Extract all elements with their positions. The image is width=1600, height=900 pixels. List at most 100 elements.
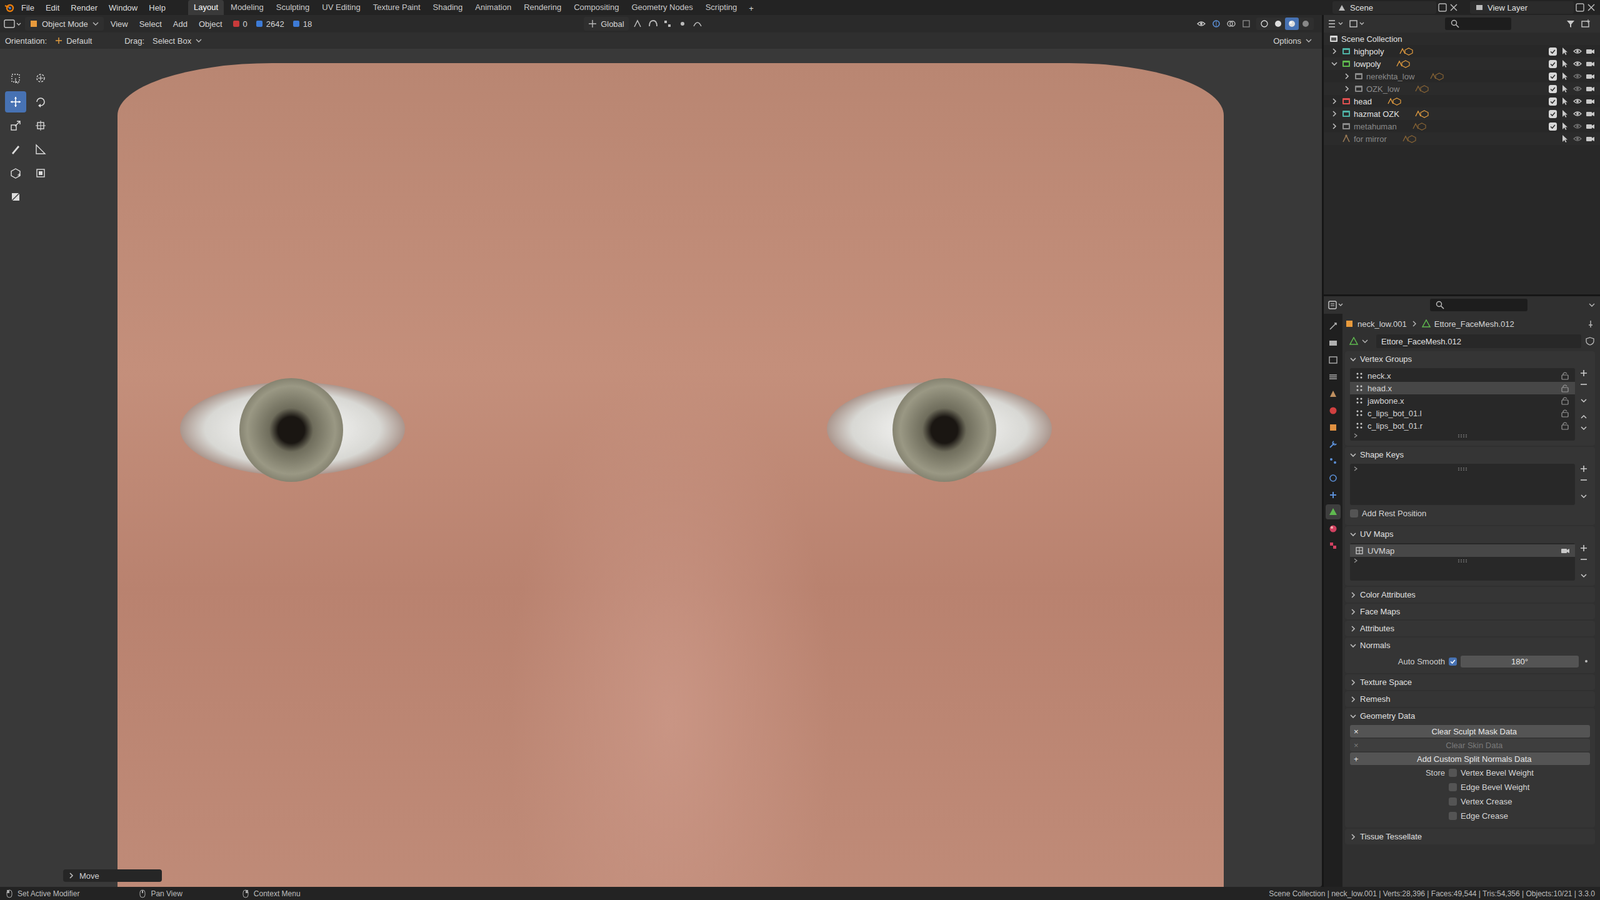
new-scene-icon[interactable] <box>1437 2 1448 13</box>
menu-item[interactable]: Render <box>65 1 103 15</box>
list-row[interactable]: head.x <box>1350 381 1575 395</box>
pin-icon[interactable] <box>1586 319 1595 329</box>
add-icon[interactable] <box>1578 543 1589 554</box>
collapsed-chevron-icon[interactable] <box>1330 121 1339 131</box>
breadcrumb-item[interactable]: Ettore_FaceMesh.012 <box>1434 319 1515 329</box>
panel-header[interactable]: Texture Space <box>1345 674 1595 690</box>
workspace-tab[interactable]: Rendering <box>518 0 567 15</box>
overlay-icon[interactable] <box>1226 18 1238 29</box>
properties-tab[interactable] <box>1325 335 1341 351</box>
collapsed-chevron-icon[interactable] <box>1330 109 1339 119</box>
panel-header[interactable]: Tissue Tessellate <box>1345 828 1595 845</box>
transform-orientation-dropdown[interactable]: Global <box>583 16 629 31</box>
workspace-tab[interactable]: Scripting <box>700 0 744 15</box>
exclude-checkbox[interactable] <box>1547 96 1558 107</box>
properties-tab[interactable] <box>1325 318 1341 334</box>
render-toggle[interactable] <box>1585 96 1595 107</box>
last-operator-panel[interactable]: Move <box>63 869 162 882</box>
outliner-row[interactable]: head <box>1323 95 1600 108</box>
checkbox[interactable] <box>1548 122 1557 131</box>
remove-icon[interactable] <box>1578 475 1589 485</box>
visibility-toggle[interactable] <box>1572 121 1583 132</box>
selectable-toggle[interactable] <box>1560 71 1570 82</box>
filter-options-icon[interactable] <box>1352 557 1359 564</box>
geometry-button[interactable]: ×Clear Sculpt Mask Data <box>1350 725 1590 738</box>
viewport-menu[interactable]: Select <box>135 18 167 30</box>
view-layer-selector[interactable]: View Layer <box>1470 1 1574 14</box>
tool-button[interactable] <box>30 115 52 137</box>
falloff-icon[interactable] <box>692 18 704 29</box>
specials-icon[interactable] <box>1578 395 1589 406</box>
checkbox[interactable] <box>1448 783 1457 792</box>
add-icon[interactable] <box>1578 463 1589 474</box>
exclude-checkbox[interactable] <box>1547 121 1558 132</box>
workspace-tab[interactable]: Layout <box>188 0 224 15</box>
tool-button[interactable] <box>5 115 27 137</box>
collapsed-chevron-icon[interactable] <box>1342 71 1352 81</box>
auto-smooth-checkbox[interactable] <box>1448 657 1457 666</box>
properties-tab[interactable] <box>1325 420 1341 435</box>
workspace-tab[interactable]: UV Editing <box>316 0 366 15</box>
gizmo-icon[interactable] <box>1211 18 1223 29</box>
exclude-checkbox[interactable] <box>1547 108 1558 119</box>
menu-item[interactable]: Window <box>103 1 143 15</box>
workspace-tab[interactable]: Compositing <box>568 0 625 15</box>
expanded-chevron-icon[interactable] <box>1330 59 1339 69</box>
checkbox[interactable] <box>1350 509 1359 518</box>
checkbox[interactable] <box>1448 811 1457 820</box>
exclude-checkbox[interactable] <box>1547 83 1558 94</box>
panel-header[interactable]: Normals <box>1345 637 1595 654</box>
tool-button[interactable] <box>5 138 27 160</box>
panel-header[interactable]: Shape Keys <box>1345 446 1595 463</box>
render-toggle[interactable] <box>1585 58 1595 69</box>
visibility-toggle[interactable] <box>1572 108 1583 119</box>
panel-header[interactable]: Color Attributes <box>1345 586 1595 603</box>
tool-button[interactable] <box>5 186 27 208</box>
specials-icon[interactable] <box>1578 570 1589 581</box>
angle-field[interactable]: 180° <box>1460 655 1579 668</box>
resize-grip-icon[interactable] <box>1457 558 1468 563</box>
lock-icon[interactable] <box>1560 408 1570 419</box>
render-toggle[interactable] <box>1585 108 1595 119</box>
render-toggle[interactable] <box>1585 71 1595 82</box>
checkbox[interactable] <box>1548 47 1557 56</box>
properties-tab[interactable] <box>1325 403 1341 419</box>
proportional-edit-icon[interactable] <box>677 18 689 29</box>
specials-icon[interactable] <box>1578 491 1589 502</box>
mesh-name-field[interactable]: Ettore_FaceMesh.012 <box>1376 334 1582 349</box>
lock-icon[interactable] <box>1560 395 1570 406</box>
outliner-row[interactable]: Scene Collection <box>1323 32 1600 45</box>
visibility-toggle[interactable] <box>1572 83 1583 94</box>
outliner-search[interactable] <box>1445 17 1512 30</box>
add-workspace-button[interactable]: + <box>743 1 759 15</box>
collapsed-chevron-icon[interactable] <box>1342 84 1352 94</box>
outliner-row[interactable]: for mirror <box>1323 132 1600 145</box>
tool-button[interactable] <box>30 67 52 89</box>
display-mode-icon[interactable] <box>1348 18 1367 29</box>
collapsed-chevron-icon[interactable] <box>1348 832 1358 842</box>
outliner-editor-icon[interactable] <box>1327 18 1345 29</box>
selectable-toggle[interactable] <box>1560 133 1570 144</box>
collapsed-chevron-icon[interactable] <box>1348 695 1358 704</box>
tool-button[interactable] <box>5 91 27 113</box>
workspace-tab[interactable]: Geometry Nodes <box>625 0 699 15</box>
store-option-row[interactable]: Edge Crease <box>1350 809 1590 823</box>
3d-viewport[interactable]: Object ModeViewSelectAddObject0264218Glo… <box>0 15 1322 887</box>
selectable-toggle[interactable] <box>1560 96 1570 107</box>
new-view-layer-icon[interactable] <box>1575 2 1585 13</box>
selectable-toggle[interactable] <box>1560 108 1570 119</box>
selectable-toggle[interactable] <box>1560 83 1570 94</box>
options-dropdown[interactable]: Options <box>1268 33 1317 48</box>
panel-header[interactable]: UV Maps <box>1345 526 1595 542</box>
list-row[interactable]: c_lips_bot_01.r <box>1350 419 1575 432</box>
workspace-tab[interactable]: Shading <box>427 0 469 15</box>
new-collection-icon[interactable] <box>1580 18 1592 29</box>
tool-button[interactable] <box>30 162 52 184</box>
remove-icon[interactable] <box>1578 554 1589 565</box>
collapsed-chevron-icon[interactable] <box>66 871 76 880</box>
store-option-row[interactable]: StoreVertex Bevel Weight <box>1350 766 1590 780</box>
outliner-row[interactable]: hazmat OZK <box>1323 107 1600 120</box>
render-toggle[interactable] <box>1585 83 1595 94</box>
shading-mode-button[interactable] <box>1298 17 1313 30</box>
delete-view-layer-icon[interactable] <box>1586 2 1597 13</box>
